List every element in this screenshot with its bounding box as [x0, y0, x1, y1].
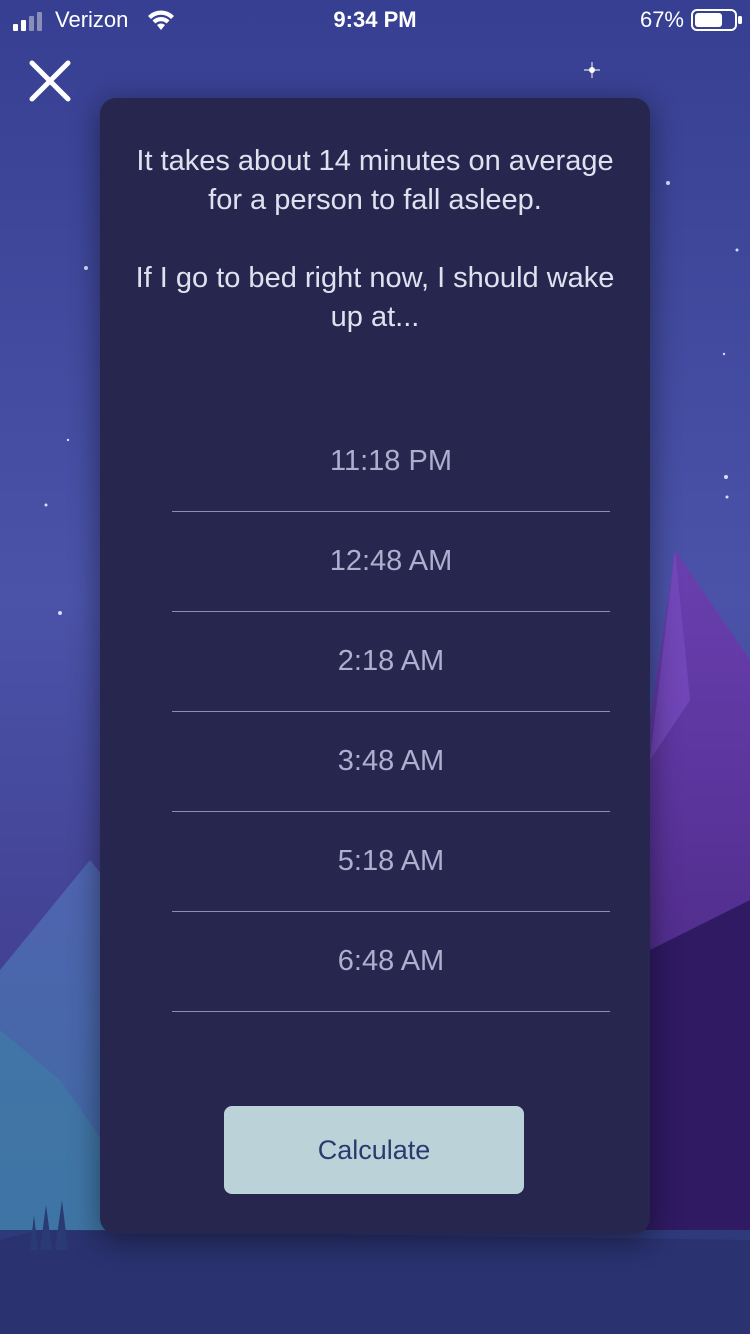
wake-time-option[interactable]: 12:48 AM	[172, 512, 610, 612]
wake-time-option[interactable]: 11:18 PM	[172, 412, 610, 512]
wake-time-option[interactable]: 6:48 AM	[172, 912, 610, 1012]
fall-asleep-info: It takes about 14 minutes on average for…	[136, 145, 614, 216]
close-icon	[29, 60, 71, 102]
intro-text: It takes about 14 minutes on average for…	[130, 142, 620, 337]
status-time: 9:34 PM	[333, 7, 417, 32]
wake-time-list: 11:18 PM 12:48 AM 2:18 AM 3:48 AM 5:18 A…	[172, 412, 610, 1012]
close-button[interactable]	[24, 55, 76, 107]
calculate-button[interactable]: Calculate	[224, 1106, 524, 1194]
status-bar: Verizon 9:34 PM 67%	[0, 0, 750, 40]
battery-icon	[691, 9, 742, 31]
wake-time-option[interactable]: 2:18 AM	[172, 612, 610, 712]
battery-percentage: 67%	[639, 7, 684, 32]
wake-time-option[interactable]: 5:18 AM	[172, 812, 610, 912]
sleep-calculator-card: It takes about 14 minutes on average for…	[100, 98, 650, 1234]
wake-up-prompt: If I go to bed right now, I should wake …	[135, 262, 615, 333]
wake-time-option[interactable]: 3:48 AM	[172, 712, 610, 812]
